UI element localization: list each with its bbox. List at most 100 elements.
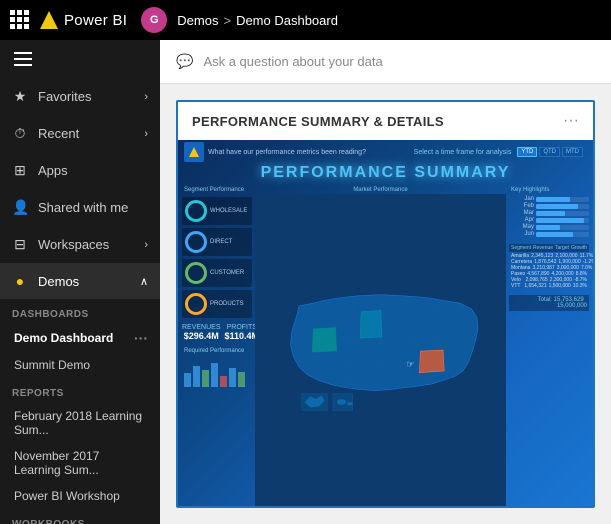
logo: Power BI xyxy=(40,11,127,29)
donut-wholesale xyxy=(185,200,207,222)
bar-label: May xyxy=(509,224,534,230)
avatar[interactable]: G xyxy=(141,7,167,33)
tab-ytd[interactable]: YTD xyxy=(517,147,537,157)
hamburger-menu[interactable] xyxy=(10,48,150,70)
section-header-dashboards: DASHBOARDS xyxy=(0,299,160,324)
bar-fill xyxy=(536,197,570,202)
th-growth: Growth xyxy=(571,245,587,251)
bar-label: Jun xyxy=(509,231,534,237)
main-layout: ★ Favorites › ⏱ Recent › ⊞ Apps 👤 Shared… xyxy=(0,40,611,524)
workspaces-arrow: › xyxy=(144,239,148,251)
segment-header: Segment Performance xyxy=(182,186,252,194)
card-header: PERFORMANCE SUMMARY & DETAILS ··· xyxy=(178,102,593,140)
bar-row: Mar xyxy=(509,210,589,216)
metric-revenues-label: REVENUES xyxy=(182,324,221,331)
sidebar: ★ Favorites › ⏱ Recent › ⊞ Apps 👤 Shared… xyxy=(0,40,160,524)
bar-label: Feb xyxy=(509,203,534,209)
logo-text: Power BI xyxy=(64,12,127,29)
key-highlights-label: Key Highlights xyxy=(509,186,589,194)
sidebar-label-workspaces: Workspaces xyxy=(38,237,134,252)
metric-revenues-val: $296.4M xyxy=(182,331,221,341)
breadcrumb: Demos > Demo Dashboard xyxy=(177,13,338,28)
sidebar-top xyxy=(0,40,160,78)
perf-tab-label-text: Select a time frame for analysis xyxy=(414,149,512,156)
bar-track xyxy=(536,197,589,202)
bar-track xyxy=(536,211,589,216)
tab-mtd[interactable]: MTD xyxy=(562,147,583,157)
sidebar-report-nov[interactable]: November 2017 Learning Sum... xyxy=(0,443,160,483)
report-workshop-label: Power BI Workshop xyxy=(14,489,120,503)
favorites-icon: ★ xyxy=(12,88,28,105)
sidebar-label-apps: Apps xyxy=(38,163,148,178)
th-revenue: Revenue xyxy=(533,245,553,251)
breadcrumb-page: Demo Dashboard xyxy=(236,13,338,28)
sidebar-label-recent: Recent xyxy=(38,126,134,141)
bar-row: Apr xyxy=(509,217,589,223)
segment-wholesale: WHOLESALE xyxy=(182,197,252,225)
th-target: Target xyxy=(555,245,569,251)
svg-text:☞: ☞ xyxy=(406,359,414,369)
sidebar-item-favorites[interactable]: ★ Favorites › xyxy=(0,78,160,115)
topbar: Power BI G Demos > Demo Dashboard xyxy=(0,0,611,40)
perf-header-text: What have our performance metrics been r… xyxy=(208,149,366,156)
bar-track xyxy=(536,232,589,237)
table-cell: 1,500,000 xyxy=(549,283,571,289)
perf-data-table: Segment Revenue Target Growth Amarilla2,… xyxy=(509,244,589,289)
donut-customer xyxy=(185,262,207,284)
report-feb-label: February 2018 Learning Sum... xyxy=(14,409,148,437)
map-header-label: Market Performance xyxy=(255,186,506,194)
sidebar-item-apps[interactable]: ⊞ Apps xyxy=(0,152,160,189)
bar-row: Feb xyxy=(509,203,589,209)
sidebar-report-workshop[interactable]: Power BI Workshop xyxy=(0,483,160,509)
seg-info-customer: CUSTOMER xyxy=(210,270,249,277)
sidebar-label-demos: Demos xyxy=(38,274,130,289)
bar-fill xyxy=(536,204,578,209)
seg-info-wholesale: WHOLESALE xyxy=(210,208,249,215)
sidebar-item-workspaces[interactable]: ⊟ Workspaces › xyxy=(0,226,160,263)
qa-bar[interactable]: 💬 Ask a question about your data xyxy=(160,40,611,84)
perf-tabs-container: YTD QTD MTD xyxy=(513,145,587,159)
dashboard-area: PERFORMANCE SUMMARY & DETAILS ··· What h… xyxy=(160,84,611,524)
demos-arrow: ∧ xyxy=(140,275,148,288)
bar-row: Jan xyxy=(509,196,589,202)
performance-visualization: What have our performance metrics been r… xyxy=(178,140,593,506)
perf-top-bar: What have our performance metrics been r… xyxy=(178,140,593,164)
seg-label-products: PRODUCTS xyxy=(210,301,249,308)
qa-icon: 💬 xyxy=(176,53,193,70)
apps-grid-icon[interactable] xyxy=(10,10,30,30)
sidebar-dashboard-summit[interactable]: Summit Demo xyxy=(0,352,160,378)
total-row: Total: 15,753,629 15,000,000 xyxy=(509,295,589,311)
donut-products xyxy=(185,293,207,315)
sidebar-item-demos[interactable]: ● Demos ∧ xyxy=(0,263,160,299)
card-title: PERFORMANCE SUMMARY & DETAILS xyxy=(192,114,563,129)
table-rows-container: Amarilla2,345,1232,100,00011.7%Carretera… xyxy=(509,253,589,289)
perf-segments: Segment Performance WHOLESALE DIRE xyxy=(182,186,252,506)
segment-direct: DIRECT xyxy=(182,228,252,256)
metric-profits-val: $110.4M xyxy=(225,331,260,341)
section-header-workbooks: WORKBOOKS xyxy=(0,509,160,524)
apps-icon: ⊞ xyxy=(12,162,28,179)
demos-icon: ● xyxy=(12,273,28,289)
perf-logo-box xyxy=(184,142,204,162)
qa-placeholder: Ask a question about your data xyxy=(203,54,382,69)
sidebar-item-recent[interactable]: ⏱ Recent › xyxy=(0,115,160,152)
bar-track xyxy=(536,218,589,223)
recent-icon: ⏱ xyxy=(12,125,28,142)
tab-qtd[interactable]: QTD xyxy=(539,147,560,157)
table-header-row: Segment Revenue Target Growth xyxy=(509,244,589,252)
card-options-button[interactable]: ··· xyxy=(563,112,579,130)
report-nov-label: November 2017 Learning Sum... xyxy=(14,449,148,477)
sidebar-dashboard-demo[interactable]: Demo Dashboard ··· xyxy=(0,324,160,352)
dashboard-summit-label: Summit Demo xyxy=(14,358,90,372)
breadcrumb-workspace[interactable]: Demos xyxy=(177,13,218,28)
sidebar-item-shared[interactable]: 👤 Shared with me xyxy=(0,189,160,226)
metric-revenues: REVENUES $296.4M xyxy=(182,324,221,341)
shared-icon: 👤 xyxy=(12,199,28,216)
sidebar-report-feb[interactable]: February 2018 Learning Sum... xyxy=(0,403,160,443)
bar-fill xyxy=(536,225,560,230)
metrics-row: REVENUES $296.4M PROFITS $110.4M xyxy=(182,321,252,344)
perf-body: Segment Performance WHOLESALE DIRE xyxy=(178,186,593,506)
perf-map-area: Market Performance xyxy=(255,186,506,506)
dashboard-demo-dots[interactable]: ··· xyxy=(134,330,148,346)
table-cell: VTT xyxy=(511,283,522,289)
